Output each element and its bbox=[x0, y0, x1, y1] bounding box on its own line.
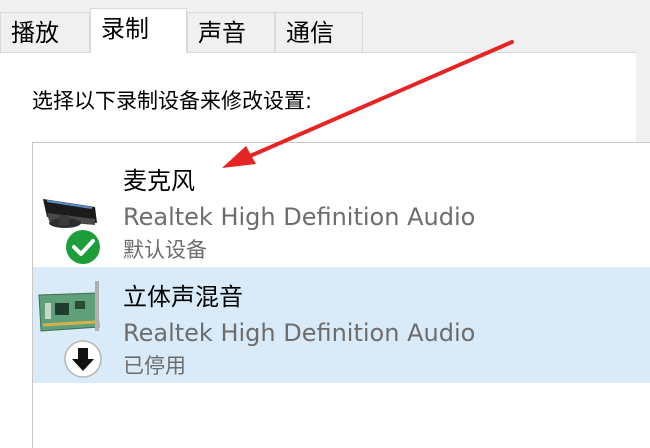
device-name: 立体声混音 bbox=[123, 283, 243, 311]
tab-communications[interactable]: 通信 bbox=[275, 12, 363, 52]
tab-playback-label: 播放 bbox=[11, 19, 59, 47]
device-item-microphone[interactable]: 麦克风 Realtek High Definition Audio 默认设备 bbox=[33, 151, 650, 267]
device-status: 默认设备 bbox=[123, 238, 207, 262]
tab-playback[interactable]: 播放 bbox=[0, 12, 90, 52]
device-name: 麦克风 bbox=[123, 167, 195, 195]
device-driver: Realtek High Definition Audio bbox=[123, 319, 476, 347]
tab-sounds-label: 声音 bbox=[198, 19, 246, 47]
device-status: 已停用 bbox=[123, 354, 186, 378]
tab-recording-label: 录制 bbox=[101, 15, 149, 43]
instruction-text: 选择以下录制设备来修改设置: bbox=[32, 89, 313, 113]
default-device-check-icon bbox=[64, 228, 102, 266]
device-driver: Realtek High Definition Audio bbox=[123, 203, 476, 231]
tab-communications-label: 通信 bbox=[286, 19, 334, 47]
disabled-down-arrow-icon bbox=[64, 340, 102, 378]
device-item-stereo-mix[interactable]: 立体声混音 Realtek High Definition Audio 已停用 bbox=[33, 267, 650, 383]
tab-recording[interactable]: 录制 bbox=[90, 8, 187, 53]
tab-sounds[interactable]: 声音 bbox=[187, 12, 275, 52]
device-list[interactable]: 麦克风 Realtek High Definition Audio 默认设备 立… bbox=[32, 142, 650, 448]
